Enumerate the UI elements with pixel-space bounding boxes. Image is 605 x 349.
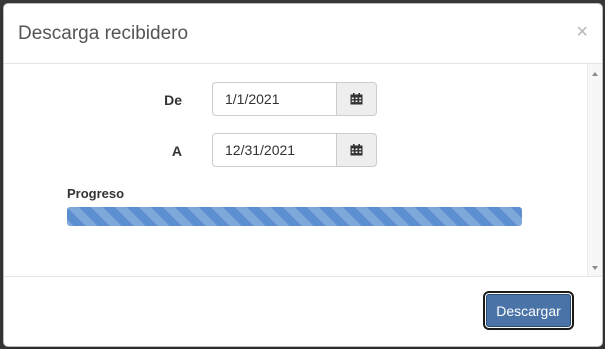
- dialog-header: Descarga recibidero ×: [4, 4, 602, 64]
- from-date-label: De: [164, 92, 182, 108]
- dialog-title: Descarga recibidero: [18, 23, 189, 44]
- progress-label: Progreso: [67, 186, 125, 201]
- to-date-input[interactable]: [212, 133, 336, 167]
- scroll-down-icon[interactable]: [592, 266, 598, 270]
- to-date-group: [212, 133, 377, 167]
- from-date-input[interactable]: [212, 82, 336, 116]
- dialog-footer: Descargar: [4, 277, 602, 346]
- download-dialog: Descarga recibidero × De A: [3, 3, 603, 347]
- calendar-icon: [350, 144, 363, 156]
- progress-bar: [67, 207, 522, 226]
- to-date-calendar-button[interactable]: [336, 133, 377, 167]
- from-date-group: [212, 82, 377, 116]
- dialog-body-scrollbar[interactable]: [587, 64, 602, 276]
- download-button[interactable]: Descargar: [483, 291, 574, 330]
- close-icon[interactable]: ×: [576, 22, 588, 42]
- from-date-calendar-button[interactable]: [336, 82, 377, 116]
- progress-bar-fill: [67, 207, 522, 226]
- to-date-label: A: [171, 143, 182, 159]
- dialog-body: De A: [4, 64, 602, 277]
- calendar-icon: [350, 93, 363, 105]
- scroll-up-icon[interactable]: [592, 72, 598, 76]
